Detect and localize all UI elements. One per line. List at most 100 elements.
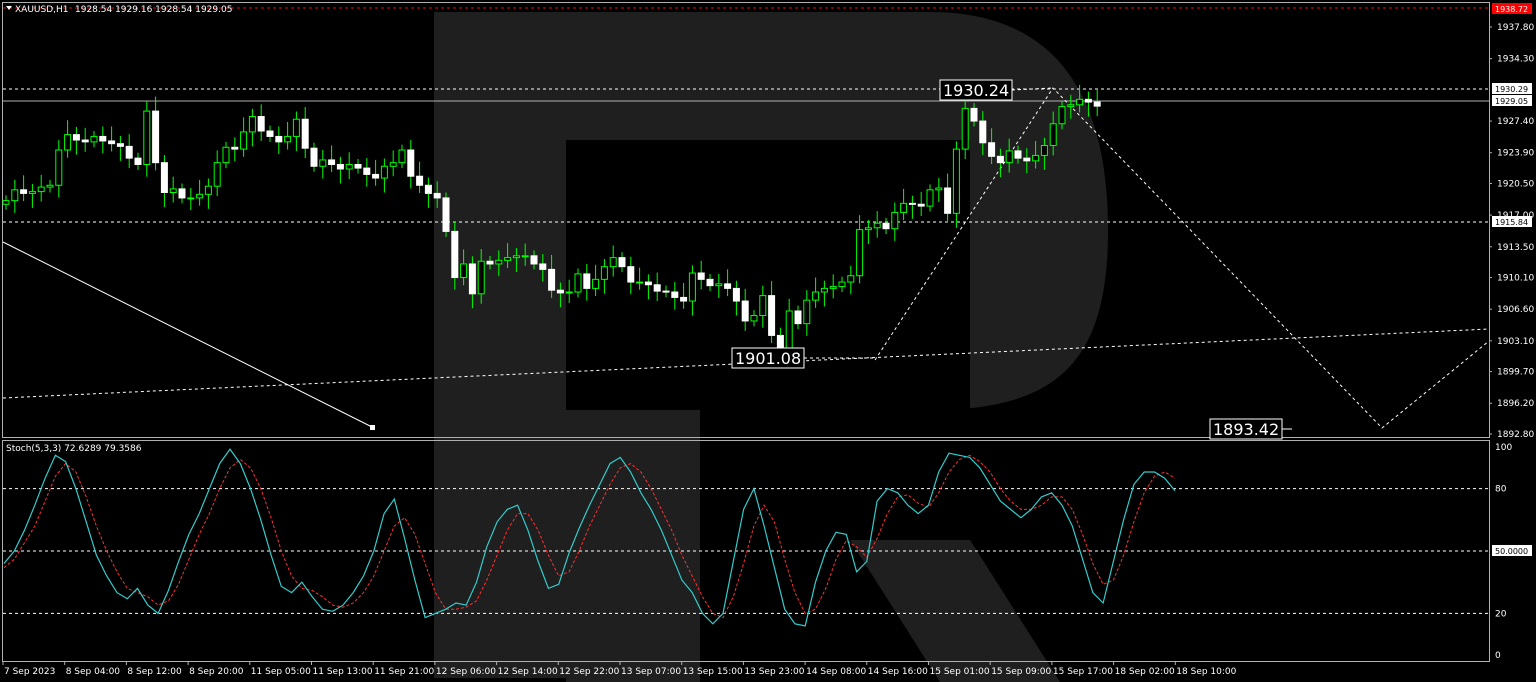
candle-body — [548, 268, 556, 291]
candle-body — [187, 197, 195, 200]
candle — [363, 158, 371, 187]
price-tag-dotted-mid: 1915.84 — [1492, 216, 1532, 227]
candle-body — [794, 310, 802, 325]
price-tick-label: 1920.50 — [1497, 179, 1534, 189]
stoch-axis-label: 20 — [1495, 609, 1507, 619]
candle-body — [873, 222, 881, 229]
candle-body — [292, 118, 300, 137]
price-tag-current: 1929.05 — [1492, 95, 1532, 106]
candle — [81, 127, 89, 152]
candle-body — [231, 146, 239, 150]
stoch-title: Stoch(5,3,3) 72.6289 79.3586 — [6, 444, 142, 454]
candle-body — [970, 107, 978, 122]
candle — [354, 159, 362, 174]
candle — [662, 285, 670, 298]
stoch-axis-label: 50.0000 — [1495, 547, 1528, 556]
candle-body — [442, 197, 450, 232]
candle-body — [160, 162, 168, 194]
candle-body — [196, 193, 204, 199]
price-tick-label: 1927.40 — [1497, 117, 1534, 127]
candle-body — [1049, 123, 1057, 146]
candle-body — [1005, 150, 1013, 164]
candle-body — [1023, 157, 1031, 162]
chart-header: XAUUSD,H1 1928.54 1929.16 1928.54 1929.0… — [6, 5, 232, 15]
candle-body — [319, 159, 327, 167]
candle-body — [706, 278, 714, 287]
candle — [90, 131, 98, 148]
candle-body — [416, 175, 424, 186]
candle-body — [988, 142, 996, 157]
candle-body — [891, 211, 899, 230]
candle — [213, 150, 221, 197]
stoch-axis-label: 0 — [1495, 651, 1501, 661]
candle-body — [961, 107, 969, 150]
low-label: 1901.08 — [735, 349, 801, 368]
candle — [644, 274, 652, 300]
candle-body — [592, 278, 600, 289]
time-tick-label: 15 Sep 09:00 — [991, 667, 1051, 677]
candle-body — [257, 116, 265, 132]
candle-body — [952, 148, 960, 214]
candle — [671, 282, 679, 310]
candle-body — [222, 146, 230, 164]
time-tick-label: 13 Sep 23:00 — [744, 667, 804, 677]
candle — [99, 126, 107, 154]
candle-body — [732, 287, 740, 302]
candle — [345, 152, 353, 179]
candle — [600, 258, 608, 294]
candle-body — [680, 296, 688, 302]
candle — [688, 265, 696, 316]
price-tick-label: 1892.80 — [1497, 430, 1534, 440]
candle-body — [944, 187, 952, 214]
candle — [398, 144, 406, 169]
time-tick-label: 8 Sep 20:00 — [189, 667, 244, 677]
candle-body — [345, 163, 353, 170]
candle-body — [20, 189, 28, 194]
candle-body — [486, 260, 494, 265]
candle — [442, 192, 450, 237]
price-tick-label: 1906.60 — [1497, 305, 1534, 315]
time-tick-label: 12 Sep 06:00 — [436, 667, 496, 677]
candle-body — [266, 130, 274, 137]
candle-body — [301, 118, 309, 149]
candle — [266, 125, 274, 142]
time-tick-label: 11 Sep 21:00 — [374, 667, 434, 677]
time-tick-label: 11 Sep 13:00 — [313, 667, 373, 677]
candle-body — [600, 266, 608, 280]
candle-body — [1084, 98, 1092, 103]
candle-body — [688, 272, 696, 302]
dotted-mid-tag: 1915.84 — [1495, 218, 1528, 227]
candle-body — [240, 131, 248, 150]
candle-body — [460, 263, 468, 279]
candle-body — [46, 184, 54, 188]
candle-body — [935, 187, 943, 191]
candle — [336, 156, 344, 184]
candle-body — [328, 159, 336, 165]
candle-body — [671, 291, 679, 298]
candle-body — [750, 315, 758, 322]
symbol-label: XAUUSD,H1 — [15, 5, 69, 15]
candle — [240, 117, 248, 157]
candle-body — [768, 295, 776, 336]
high-label: 1930.24 — [943, 81, 1009, 100]
candle-body — [72, 134, 80, 141]
candle-body — [1014, 150, 1022, 159]
candle-body — [28, 191, 36, 194]
candle-body — [178, 188, 186, 199]
candle — [231, 137, 239, 162]
candle — [389, 150, 397, 177]
candle-body — [275, 135, 283, 143]
price-tick-label: 1910.10 — [1497, 274, 1534, 284]
candle-body — [284, 135, 292, 143]
candle — [275, 126, 283, 155]
candle — [618, 252, 626, 273]
candle — [328, 145, 336, 173]
price-tick-label: 1913.50 — [1497, 243, 1534, 253]
candle — [46, 179, 54, 193]
candle-body — [636, 281, 644, 284]
candle-body — [248, 116, 256, 133]
candle-body — [715, 283, 723, 287]
candle — [64, 120, 72, 158]
candle-body — [741, 300, 749, 322]
candle — [108, 126, 116, 152]
